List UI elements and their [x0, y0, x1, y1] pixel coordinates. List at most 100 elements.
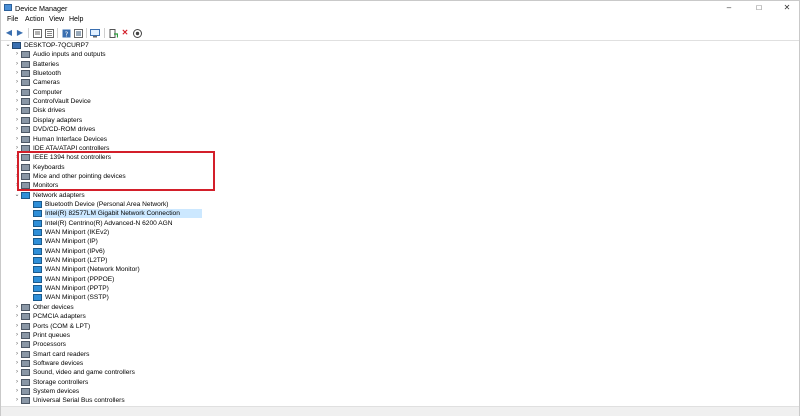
- expand-chevron-icon[interactable]: ›: [14, 116, 20, 125]
- network-adapter-icon: [33, 210, 42, 218]
- category-icon: [21, 107, 30, 115]
- tree-item-label: Intel(R) Centrino(R) Advanced-N 6200 AGN: [45, 219, 173, 227]
- expand-chevron-icon[interactable]: ›: [14, 50, 20, 59]
- tree-item-label: Audio inputs and outputs: [33, 51, 106, 59]
- device-manager-window: Device Manager – □ ✕ File Action View He…: [0, 0, 800, 416]
- tree-item-label: WAN Miniport (Network Monitor): [45, 266, 140, 274]
- network-adapter-icon: [33, 257, 42, 265]
- tree-item-label: Bluetooth Device (Personal Area Network): [45, 200, 169, 208]
- back-icon[interactable]: ◀: [4, 28, 14, 38]
- tree-item-label: Display adapters: [33, 116, 83, 124]
- tree-item-label: Smart card readers: [33, 350, 90, 358]
- title-bar: Device Manager – □ ✕: [1, 1, 799, 15]
- forward-icon[interactable]: ▶: [15, 28, 25, 38]
- category-icon: [21, 60, 30, 68]
- category-icon: [21, 322, 30, 330]
- network-adapter-icon: [33, 238, 42, 246]
- device-manager-icon: [4, 4, 12, 11]
- expand-chevron-icon[interactable]: ›: [14, 350, 20, 359]
- menu-view[interactable]: View: [49, 16, 64, 23]
- expand-chevron-icon[interactable]: ›: [14, 322, 20, 331]
- resources-icon[interactable]: [73, 28, 83, 38]
- menu-help[interactable]: Help: [69, 16, 83, 23]
- category-icon: [21, 51, 30, 59]
- category-icon: [21, 135, 30, 143]
- tree-item-label: Computer: [33, 88, 62, 96]
- close-button[interactable]: ✕: [775, 1, 799, 15]
- expand-chevron-icon[interactable]: ›: [14, 303, 20, 312]
- uninstall-icon[interactable]: ✕: [120, 28, 130, 38]
- tree-item-label: WAN Miniport (PPTP): [45, 285, 109, 293]
- category-icon: [21, 331, 30, 339]
- tree-item-label: WAN Miniport (IPv6): [45, 247, 105, 255]
- expand-chevron-icon[interactable]: ›: [14, 60, 20, 69]
- properties-icon[interactable]: [32, 28, 42, 38]
- horizontal-scrollbar[interactable]: [1, 406, 799, 416]
- expand-chevron-icon[interactable]: ›: [14, 69, 20, 78]
- expand-chevron-icon[interactable]: ›: [14, 106, 20, 115]
- tree-item-label: Other devices: [33, 303, 74, 311]
- scan-icon[interactable]: [132, 28, 142, 38]
- list-icon[interactable]: [44, 28, 54, 38]
- tree-item-label: ControlVault Device: [33, 98, 91, 106]
- tree-item-label: WAN Miniport (IP): [45, 238, 98, 246]
- category-icon: [21, 79, 30, 87]
- network-adapter-icon: [33, 285, 42, 293]
- tree-item-label: Cameras: [33, 79, 60, 87]
- menu-bar: File Action View Help: [1, 15, 799, 26]
- tree-item-label: Software devices: [33, 359, 84, 367]
- expand-chevron-icon[interactable]: ›: [14, 359, 20, 368]
- category-icon: [21, 88, 30, 96]
- tree-item-label: Universal Serial Bus controllers: [33, 397, 125, 405]
- network-adapter-icon: [33, 294, 42, 302]
- category-icon: [21, 387, 30, 395]
- category-icon: [21, 98, 30, 106]
- tree-item-label: WAN Miniport (SSTP): [45, 294, 109, 302]
- menu-action[interactable]: Action: [25, 16, 44, 23]
- collapse-chevron-icon[interactable]: ⌄: [14, 191, 20, 200]
- root-label: DESKTOP-7QCURP7: [24, 42, 89, 49]
- tree-item-label: Processors: [33, 341, 66, 349]
- tree-item-label: WAN Miniport (PPPOE): [45, 275, 115, 283]
- tree-item-label: PCMCIA adapters: [33, 313, 86, 321]
- device-tree[interactable]: ⌄ DESKTOP-7QCURP7 › Audio inputs and outp…: [1, 41, 799, 413]
- expand-chevron-icon[interactable]: ›: [14, 97, 20, 106]
- category-icon: [21, 70, 30, 78]
- computer-icon: [12, 42, 21, 49]
- window-title: Device Manager: [15, 4, 68, 13]
- monitor-icon[interactable]: [90, 28, 100, 38]
- toolbar: ◀ ▶ ? ✕: [1, 26, 799, 41]
- tree-item-label: Batteries: [33, 60, 60, 68]
- menu-file[interactable]: File: [7, 16, 18, 23]
- update-driver-icon[interactable]: [108, 28, 118, 38]
- expand-chevron-icon[interactable]: ›: [14, 396, 20, 405]
- expand-chevron-icon[interactable]: ›: [14, 125, 20, 134]
- expand-chevron-icon[interactable]: ›: [14, 312, 20, 321]
- category-icon: [21, 378, 30, 386]
- expand-chevron-icon[interactable]: ›: [14, 368, 20, 377]
- collapse-chevron-icon[interactable]: ⌄: [5, 41, 11, 50]
- network-adapter-icon: [33, 247, 42, 255]
- expand-chevron-icon[interactable]: ›: [14, 340, 20, 349]
- tree-item-label: Intel(R) 82577LM Gigabit Network Connect…: [45, 210, 180, 218]
- network-adapter-icon: [21, 191, 30, 199]
- category-icon: [21, 303, 30, 311]
- maximize-button[interactable]: □: [747, 1, 771, 15]
- highlight-box: [17, 151, 215, 191]
- category-icon: [21, 397, 30, 405]
- expand-chevron-icon[interactable]: ›: [14, 88, 20, 97]
- category-icon: [21, 350, 30, 358]
- network-adapter-icon: [33, 200, 42, 208]
- tree-item-label: Sound, video and game controllers: [33, 369, 135, 377]
- expand-chevron-icon[interactable]: ›: [14, 387, 20, 396]
- help-icon[interactable]: ?: [61, 28, 71, 38]
- expand-chevron-icon[interactable]: ›: [14, 378, 20, 387]
- expand-chevron-icon[interactable]: ›: [14, 135, 20, 144]
- expand-chevron-icon[interactable]: ›: [14, 78, 20, 87]
- network-adapter-icon: [33, 266, 42, 274]
- category-icon: [21, 116, 30, 124]
- minimize-button[interactable]: –: [717, 1, 741, 15]
- tree-item-label: Network adapters: [33, 191, 85, 199]
- expand-chevron-icon[interactable]: ›: [14, 331, 20, 340]
- category-icon: [21, 359, 30, 367]
